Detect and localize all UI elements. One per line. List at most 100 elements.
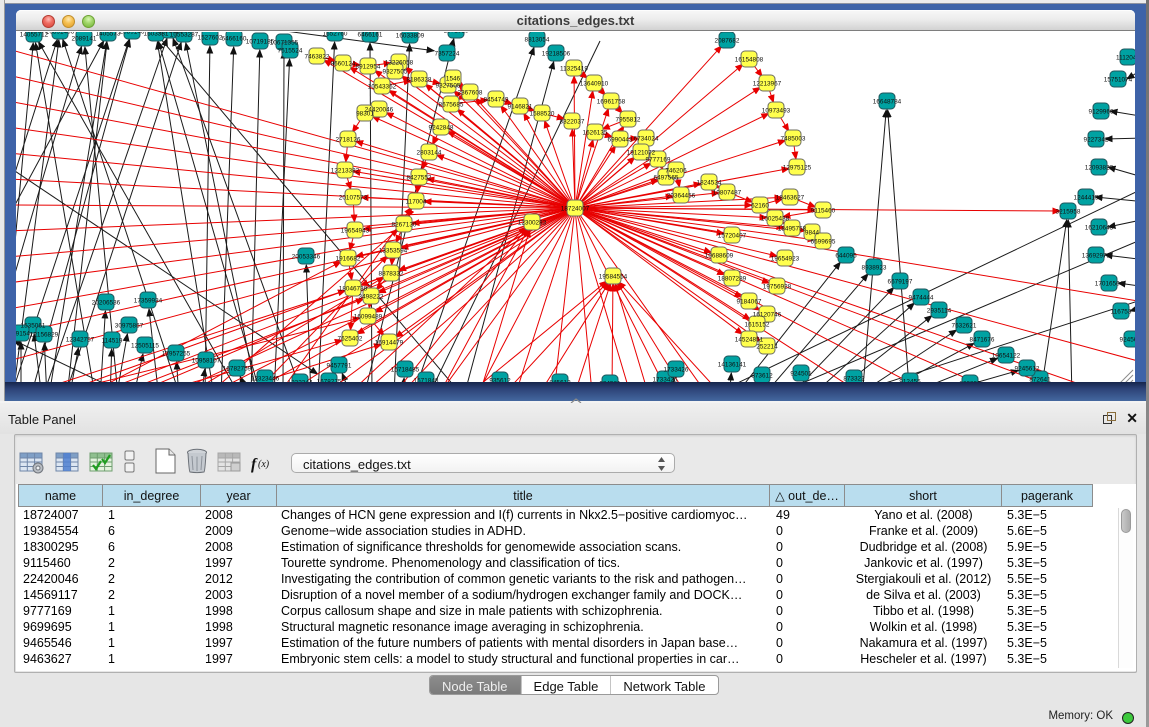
svg-text:9777169: 9777169 xyxy=(646,156,671,163)
svg-text:18463627: 18463627 xyxy=(776,194,805,201)
svg-text:13226058: 13226058 xyxy=(385,59,414,66)
svg-text:17957255: 17957255 xyxy=(162,350,191,357)
svg-text:12093822: 12093822 xyxy=(1085,164,1114,171)
svg-text:12213382: 12213382 xyxy=(331,167,360,174)
svg-text:1527602: 1527602 xyxy=(198,34,223,41)
svg-text:17359934: 17359934 xyxy=(134,297,163,304)
svg-text:7357224: 7357224 xyxy=(435,50,460,57)
svg-text:15751074: 15751074 xyxy=(1104,76,1133,83)
svg-text:8186328: 8186328 xyxy=(407,76,432,83)
svg-text:7485003: 7485003 xyxy=(781,135,806,142)
svg-text:116753: 116753 xyxy=(1111,308,1132,315)
svg-text:6679197: 6679197 xyxy=(888,278,913,285)
svg-text:8322037: 8322037 xyxy=(560,118,585,125)
svg-text:644095: 644095 xyxy=(835,252,857,259)
svg-text:9844: 9844 xyxy=(805,229,820,236)
svg-text:14524851: 14524851 xyxy=(735,336,764,343)
svg-text:8660124: 8660124 xyxy=(331,60,356,67)
svg-text:10025438: 10025438 xyxy=(761,215,790,222)
svg-text:19584554: 19584554 xyxy=(599,273,628,280)
svg-text:7632621: 7632621 xyxy=(952,322,977,329)
svg-text:16914479: 16914479 xyxy=(375,339,404,346)
svg-text:6466161: 6466161 xyxy=(358,32,383,39)
svg-text:9115460: 9115460 xyxy=(811,207,836,214)
svg-text:924501: 924501 xyxy=(790,370,812,377)
svg-text:18807289: 18807289 xyxy=(718,275,747,282)
svg-text:8675685: 8675685 xyxy=(439,101,464,108)
svg-text:10671355: 10671355 xyxy=(270,39,299,46)
svg-text:1626135: 1626135 xyxy=(583,129,608,136)
svg-text:20364456: 20364456 xyxy=(667,192,696,199)
svg-text:7955812: 7955812 xyxy=(616,116,641,123)
svg-text:12213967: 12213967 xyxy=(753,80,782,87)
svg-text:1733426: 1733426 xyxy=(664,366,689,373)
svg-text:12975125: 12975125 xyxy=(783,164,812,171)
svg-text:20891406: 20891406 xyxy=(46,32,75,36)
svg-text:16961758: 16961758 xyxy=(597,98,626,105)
svg-text:9184067: 9184067 xyxy=(737,298,762,305)
svg-text:2087682: 2087682 xyxy=(715,37,740,44)
svg-text:252214: 252214 xyxy=(756,343,778,350)
svg-text:19121072: 19121072 xyxy=(627,149,656,156)
svg-text:19756928: 19756928 xyxy=(763,283,792,290)
svg-text:2367608: 2367608 xyxy=(458,89,483,96)
svg-text:8427552: 8427552 xyxy=(407,174,432,181)
svg-text:10958107: 10958107 xyxy=(192,357,221,364)
svg-text:6466160: 6466160 xyxy=(222,35,247,42)
svg-text:13353594: 13353594 xyxy=(379,247,408,254)
svg-text:7625402: 7625402 xyxy=(338,335,363,342)
svg-text:9129966: 9129966 xyxy=(1089,108,1114,115)
svg-text:6734024: 6734024 xyxy=(634,135,659,142)
svg-text:114519: 114519 xyxy=(102,337,123,344)
svg-text:8471676: 8471676 xyxy=(970,336,995,343)
svg-text:873612: 873612 xyxy=(751,372,773,379)
svg-text:1112045: 1112045 xyxy=(1116,54,1135,61)
svg-text:12342757: 12342757 xyxy=(66,336,95,343)
svg-text:2718126: 2718126 xyxy=(336,136,361,143)
svg-text:16099489: 16099489 xyxy=(354,313,383,320)
svg-text:17016504: 17016504 xyxy=(1095,280,1124,287)
svg-text:873322: 873322 xyxy=(843,375,865,382)
svg-text:8938923: 8938923 xyxy=(862,264,887,271)
svg-text:15718485: 15718485 xyxy=(391,366,420,373)
svg-text:10688609: 10688609 xyxy=(705,252,734,259)
svg-text:1405573: 1405573 xyxy=(96,32,121,38)
svg-text:12156829: 12156829 xyxy=(30,331,59,338)
svg-text:30975867: 30975867 xyxy=(115,322,144,329)
svg-text:18724007: 18724007 xyxy=(561,205,590,212)
svg-text:16648784: 16648784 xyxy=(873,98,902,105)
svg-text:39154: 39154 xyxy=(16,330,30,337)
svg-text:8267130: 8267130 xyxy=(392,221,417,228)
svg-text:2803144: 2803144 xyxy=(417,149,442,156)
svg-text:9227342: 9227342 xyxy=(1084,136,1109,143)
svg-text:9327505: 9327505 xyxy=(436,82,461,89)
svg-text:20206536: 20206536 xyxy=(92,299,121,306)
svg-text:(x): (x) xyxy=(258,459,270,470)
svg-text:18046738: 18046738 xyxy=(339,285,368,292)
svg-text:16033809: 16033809 xyxy=(396,32,425,39)
svg-text:117004: 117004 xyxy=(406,198,427,205)
svg-text:14136141: 14136141 xyxy=(718,361,747,368)
svg-text:10973493: 10973493 xyxy=(762,107,791,114)
svg-text:9242848: 9242848 xyxy=(429,124,454,131)
svg-text:16210643: 16210643 xyxy=(1085,224,1114,231)
svg-text:19218506: 19218506 xyxy=(542,50,571,57)
svg-text:2089146: 2089146 xyxy=(120,32,145,36)
svg-text:9474444: 9474444 xyxy=(909,294,934,301)
svg-text:18495758: 18495758 xyxy=(778,225,807,232)
svg-text:1535061: 1535061 xyxy=(21,322,46,329)
svg-text:7515524: 7515524 xyxy=(278,47,303,54)
svg-text:9245612: 9245612 xyxy=(1015,365,1040,372)
svg-text:1824534: 1824534 xyxy=(697,179,722,186)
svg-text:2089141: 2089141 xyxy=(72,35,97,42)
svg-text:1652760: 1652760 xyxy=(323,32,348,38)
svg-text:8878332: 8878332 xyxy=(379,270,404,277)
svg-text:6699695: 6699695 xyxy=(811,238,836,245)
svg-text:9245633: 9245633 xyxy=(1120,336,1135,343)
svg-text:7463822: 7463822 xyxy=(305,53,330,60)
svg-text:1071918: 1071918 xyxy=(444,32,469,35)
svg-text:8813054: 8813054 xyxy=(525,36,550,43)
svg-text:6497565: 6497565 xyxy=(654,174,679,181)
svg-text:9327505: 9327505 xyxy=(383,68,408,75)
svg-text:6990443: 6990443 xyxy=(608,136,633,143)
